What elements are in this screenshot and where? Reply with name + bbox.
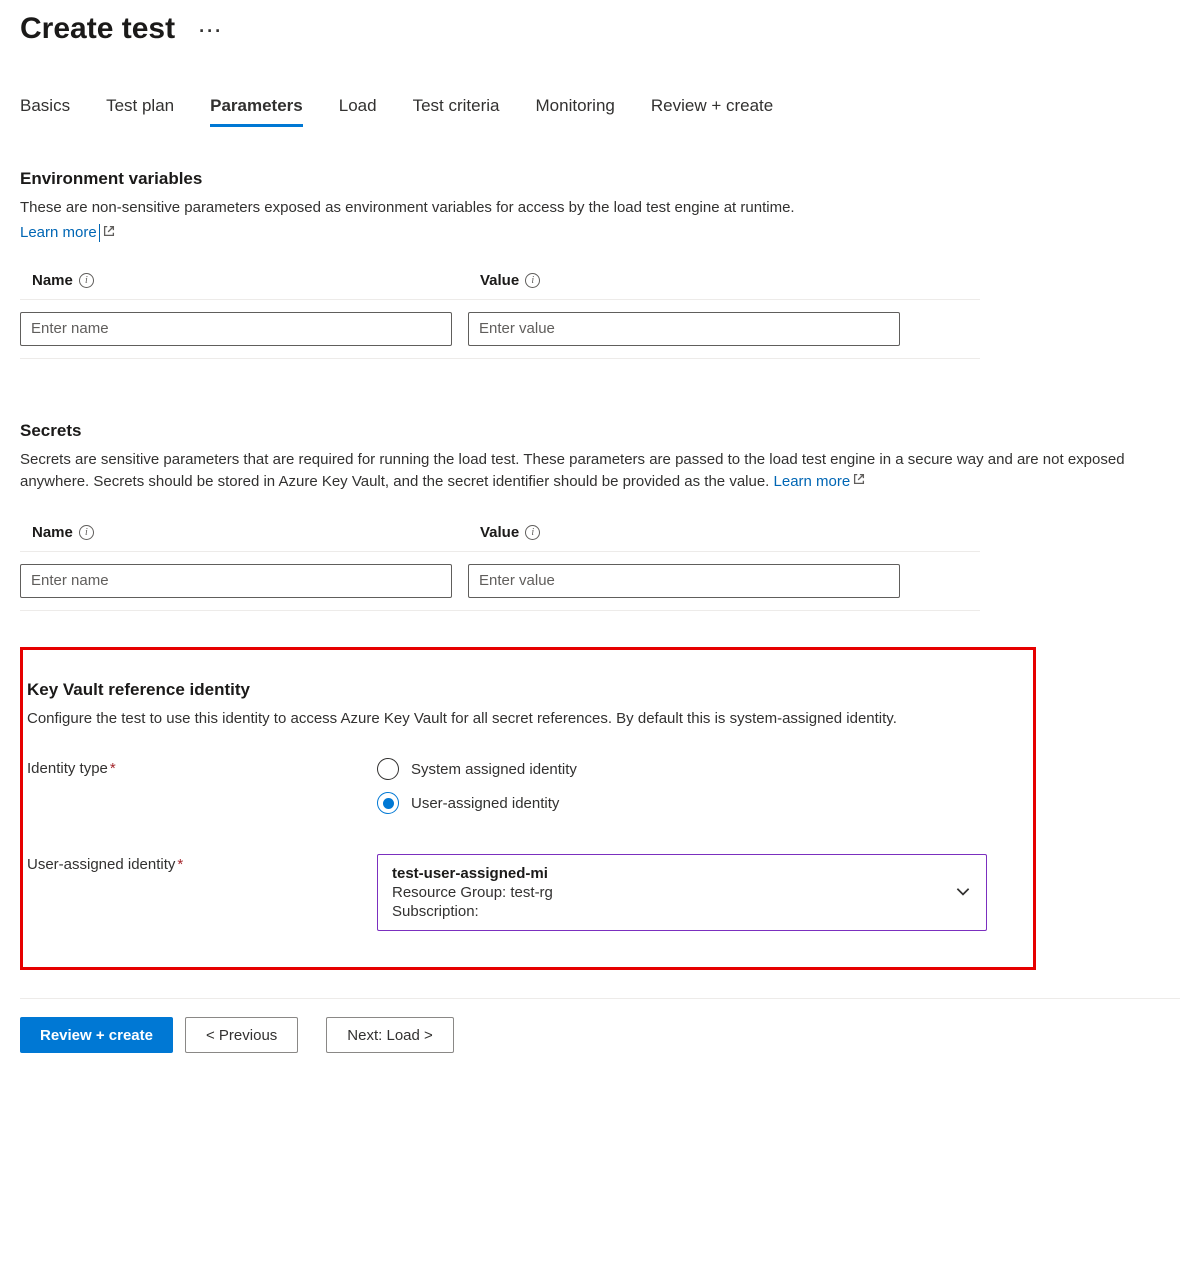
- identity-type-label: Identity type*: [27, 758, 377, 777]
- review-create-button[interactable]: Review + create: [20, 1017, 173, 1053]
- tab-test-plan[interactable]: Test plan: [106, 96, 174, 127]
- env-vars-title: Environment variables: [20, 169, 1180, 189]
- env-name-input[interactable]: [20, 312, 452, 346]
- tab-review-create[interactable]: Review + create: [651, 96, 773, 127]
- radio-icon: [377, 758, 399, 780]
- kv-identity-title: Key Vault reference identity: [27, 680, 1029, 700]
- env-value-input[interactable]: [468, 312, 900, 346]
- user-identity-label: User-assigned identity*: [27, 854, 377, 873]
- secrets-desc: Secrets are sensitive parameters that ar…: [20, 449, 1180, 494]
- secrets-learn-more-link[interactable]: Learn more: [774, 471, 867, 494]
- env-vars-learn-more-link[interactable]: Learn more: [20, 224, 116, 242]
- page-title: Create test: [20, 12, 175, 46]
- env-vars-table: Name i Value i: [20, 272, 980, 359]
- radio-label: System assigned identity: [411, 761, 577, 778]
- external-link-icon: [852, 471, 866, 494]
- info-icon[interactable]: i: [79, 273, 94, 288]
- footer: Review + create < Previous Next: Load >: [20, 998, 1180, 1053]
- env-name-header: Name i: [20, 272, 94, 289]
- info-icon[interactable]: i: [525, 273, 540, 288]
- secret-value-header: Value i: [468, 524, 540, 541]
- identity-type-radio-group: System assigned identity User-assigned i…: [377, 758, 577, 814]
- chevron-down-icon: [954, 882, 972, 903]
- env-vars-desc: These are non-sensitive parameters expos…: [20, 197, 1180, 220]
- secret-name-input[interactable]: [20, 564, 452, 598]
- secret-value-input[interactable]: [468, 564, 900, 598]
- env-vars-section: Environment variables These are non-sens…: [20, 169, 1180, 359]
- radio-label: User-assigned identity: [411, 795, 559, 812]
- tab-load[interactable]: Load: [339, 96, 377, 127]
- radio-icon: [377, 792, 399, 814]
- tab-parameters[interactable]: Parameters: [210, 96, 303, 127]
- dropdown-title: test-user-assigned-mi: [392, 865, 553, 882]
- kv-identity-desc: Configure the test to use this identity …: [27, 708, 1029, 731]
- secrets-table: Name i Value i: [20, 524, 980, 611]
- info-icon[interactable]: i: [525, 525, 540, 540]
- tab-monitoring[interactable]: Monitoring: [536, 96, 615, 127]
- secrets-title: Secrets: [20, 421, 1180, 441]
- radio-system-assigned[interactable]: System assigned identity: [377, 758, 577, 780]
- key-vault-identity-section: Key Vault reference identity Configure t…: [20, 647, 1036, 971]
- dropdown-subscription: Subscription:: [392, 903, 553, 920]
- learn-more-label: Learn more: [20, 224, 97, 241]
- dropdown-resource-group: Resource Group: test-rg: [392, 884, 553, 901]
- next-button[interactable]: Next: Load >: [326, 1017, 453, 1053]
- more-icon[interactable]: ···: [199, 17, 223, 42]
- previous-button[interactable]: < Previous: [185, 1017, 298, 1053]
- tab-test-criteria[interactable]: Test criteria: [413, 96, 500, 127]
- radio-user-assigned[interactable]: User-assigned identity: [377, 792, 577, 814]
- user-identity-dropdown[interactable]: test-user-assigned-mi Resource Group: te…: [377, 854, 987, 931]
- env-value-header: Value i: [468, 272, 540, 289]
- info-icon[interactable]: i: [79, 525, 94, 540]
- tab-basics[interactable]: Basics: [20, 96, 70, 127]
- secrets-section: Secrets Secrets are sensitive parameters…: [20, 421, 1180, 611]
- external-link-icon: [102, 224, 116, 242]
- tabs: Basics Test plan Parameters Load Test cr…: [20, 96, 1180, 127]
- learn-more-label: Learn more: [774, 471, 851, 494]
- secret-name-header: Name i: [20, 524, 94, 541]
